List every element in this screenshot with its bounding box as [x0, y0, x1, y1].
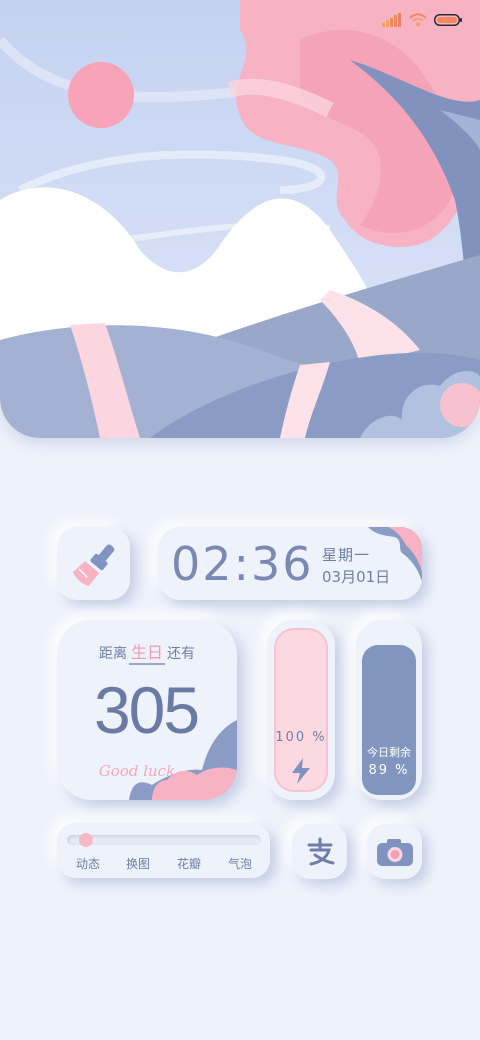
storage-label: 今日剩余: [367, 746, 411, 759]
alipay-icon: [307, 837, 334, 865]
wallpaper-illustration: [0, 0, 480, 438]
birthday-heading: 距离 生日 还有: [57, 639, 237, 665]
effects-switcher[interactable]: 动态 换图 花瓣 气泡: [57, 823, 270, 878]
storage-percent: 89 %: [368, 763, 410, 778]
effect-option-bubbles[interactable]: 气泡: [228, 855, 252, 872]
battery-percent: 100 %: [275, 730, 327, 745]
wifi-icon: [409, 13, 427, 27]
camera-icon: [376, 838, 413, 866]
effect-option-petals[interactable]: 花瓣: [177, 855, 201, 872]
clock-weekday: 星期一: [322, 546, 371, 564]
birthday-countdown-widget[interactable]: 距离 生日 还有 305 Good luck: [57, 620, 237, 800]
effect-option-change-image[interactable]: 换图: [126, 855, 150, 872]
effect-option-dynamic[interactable]: 动态: [76, 855, 100, 872]
birthday-prefix: 距离: [98, 646, 127, 662]
clock-widget[interactable]: 02:36 星期一 03月01日: [158, 527, 422, 600]
battery-widget[interactable]: 100 %: [267, 620, 335, 800]
birthday-highlight: 生日: [128, 643, 165, 665]
birthday-suffix: 还有: [167, 646, 195, 662]
broom-icon: [72, 543, 114, 586]
signal-icon: [382, 13, 401, 27]
clock-date: 03月01日: [322, 568, 391, 586]
effects-slider-knob[interactable]: [79, 833, 93, 847]
alipay-button[interactable]: [292, 824, 347, 879]
cleaner-button[interactable]: [57, 527, 130, 600]
clock-time: 02:36: [171, 537, 314, 591]
camera-button[interactable]: [367, 824, 422, 879]
status-bar: [382, 10, 462, 30]
battery-icon: [434, 14, 462, 26]
birthday-days-count: 305: [93, 673, 200, 747]
birthday-caption: Good luck: [98, 762, 176, 780]
effects-slider-track[interactable]: [67, 835, 261, 845]
storage-widget[interactable]: 今日剩余 89 %: [356, 620, 422, 800]
lightning-icon: [292, 758, 310, 784]
